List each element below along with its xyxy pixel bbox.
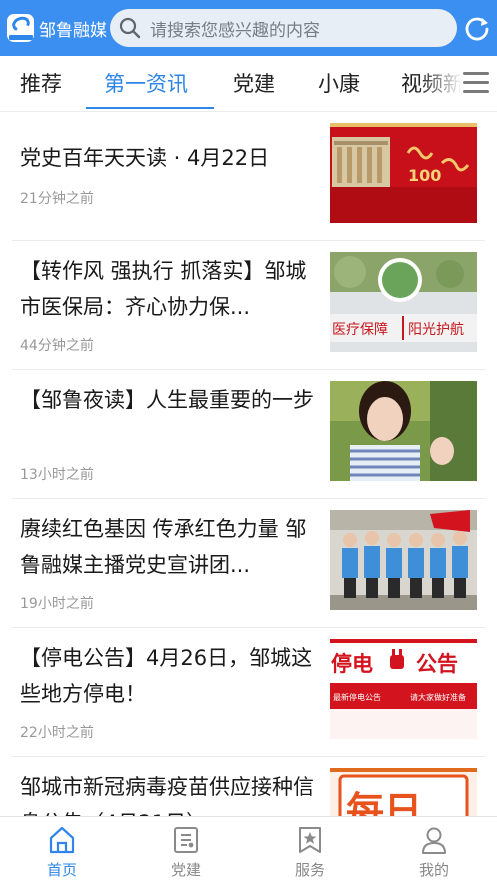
thumb-text: 公告	[416, 652, 458, 676]
app-logo-icon	[7, 14, 34, 42]
brand-name: 邹鲁融媒	[39, 20, 107, 41]
thumb-text: 医疗保障	[332, 322, 388, 338]
thumb-text: 每日	[346, 789, 422, 816]
news-feed: 党史百年天天读 · 4月22日 21分钟之前 100 【转作风 强执行 抓落实】…	[0, 112, 497, 816]
news-thumbnail: 停电 公告 最新停电公告 请大家做好准备	[330, 639, 477, 739]
bottom-nav: 首页 党建 服务 我的	[0, 816, 497, 883]
news-title: 【转作风 强执行 抓落实】邹城市医保局：齐心协力保...	[20, 259, 307, 319]
news-title: 【邹鲁夜读】人生最重要的一步	[20, 388, 314, 412]
news-item[interactable]: 党史百年天天读 · 4月22日 21分钟之前 100	[0, 112, 497, 241]
refresh-icon[interactable]	[463, 14, 491, 42]
news-time: 13小时之前	[20, 467, 94, 483]
tab-xiaokang[interactable]: 小康	[318, 56, 360, 112]
nav-label-profile: 我的	[418, 861, 449, 879]
news-thumbnail: 100	[330, 123, 477, 223]
search-icon	[119, 17, 141, 39]
news-time: 21分钟之前	[20, 191, 94, 207]
top-bar: 邹鲁融媒 请搜索您感兴趣的内容	[0, 0, 497, 56]
service-icon	[299, 827, 321, 853]
thumb-text: 请大家做好准备	[410, 692, 466, 702]
thumb-text: 最新停电公告	[333, 692, 381, 702]
news-item[interactable]: 【邹鲁夜读】人生最重要的一步 13小时之前	[0, 370, 497, 499]
news-thumbnail: 医疗保障 阳光护航	[330, 252, 477, 352]
brand[interactable]: 邹鲁融媒	[7, 14, 107, 42]
menu-icon[interactable]	[463, 72, 489, 94]
active-tab-indicator	[86, 107, 214, 109]
news-thumbnail	[330, 510, 477, 610]
party-building-icon	[174, 827, 198, 853]
nav-label-service: 服务	[294, 861, 325, 879]
news-item[interactable]: 【停电公告】4月26日，邹城这些地方停电！ 22小时之前 停电 公告 最新停电公…	[0, 628, 497, 757]
thumb-text: 阳光护航	[408, 322, 464, 338]
nav-party-building[interactable]: 党建	[124, 817, 248, 883]
tab-party-building[interactable]: 党建	[233, 56, 275, 112]
search-input[interactable]: 请搜索您感兴趣的内容	[110, 9, 457, 47]
search-placeholder: 请搜索您感兴趣的内容	[150, 20, 320, 41]
news-time: 44分钟之前	[20, 338, 94, 354]
news-item[interactable]: 【转作风 强执行 抓落实】邹城市医保局：齐心协力保... 44分钟之前 医疗保障…	[0, 241, 497, 370]
news-item[interactable]: 赓续红色基因 传承红色力量 邹鲁融媒主播党史宣讲团... 19小时之前	[0, 499, 497, 628]
news-time: 19小时之前	[20, 596, 94, 612]
thumb-text: 停电	[331, 652, 373, 676]
nav-profile[interactable]: 我的	[372, 817, 496, 883]
news-title: 邹城市新冠病毒疫苗供应接种信息公告（4月21日）	[20, 775, 314, 816]
news-title: 党史百年天天读 · 4月22日	[20, 146, 270, 170]
app-root: 邹鲁融媒 请搜索您感兴趣的内容 推荐 第一资讯 党建 小康 视频新 党史百年天天…	[0, 0, 497, 883]
nav-home[interactable]: 首页	[0, 817, 124, 883]
tab-first-news[interactable]: 第一资讯	[104, 56, 188, 112]
nav-service[interactable]: 服务	[248, 817, 372, 883]
news-thumbnail	[330, 381, 477, 481]
nav-label-party-building: 党建	[170, 861, 201, 879]
home-icon	[49, 826, 75, 854]
profile-icon	[422, 827, 446, 854]
news-title: 【停电公告】4月26日，邹城这些地方停电！	[20, 646, 313, 706]
svg-text:100: 100	[408, 166, 441, 185]
news-item[interactable]: 邹城市新冠病毒疫苗供应接种信息公告（4月21日） 每日	[0, 757, 497, 816]
news-thumbnail: 每日	[330, 768, 477, 816]
news-time: 22小时之前	[20, 725, 94, 741]
tab-recommend[interactable]: 推荐	[20, 56, 62, 112]
nav-label-home: 首页	[46, 861, 77, 879]
news-title: 赓续红色基因 传承红色力量 邹鲁融媒主播党史宣讲团...	[20, 517, 307, 577]
